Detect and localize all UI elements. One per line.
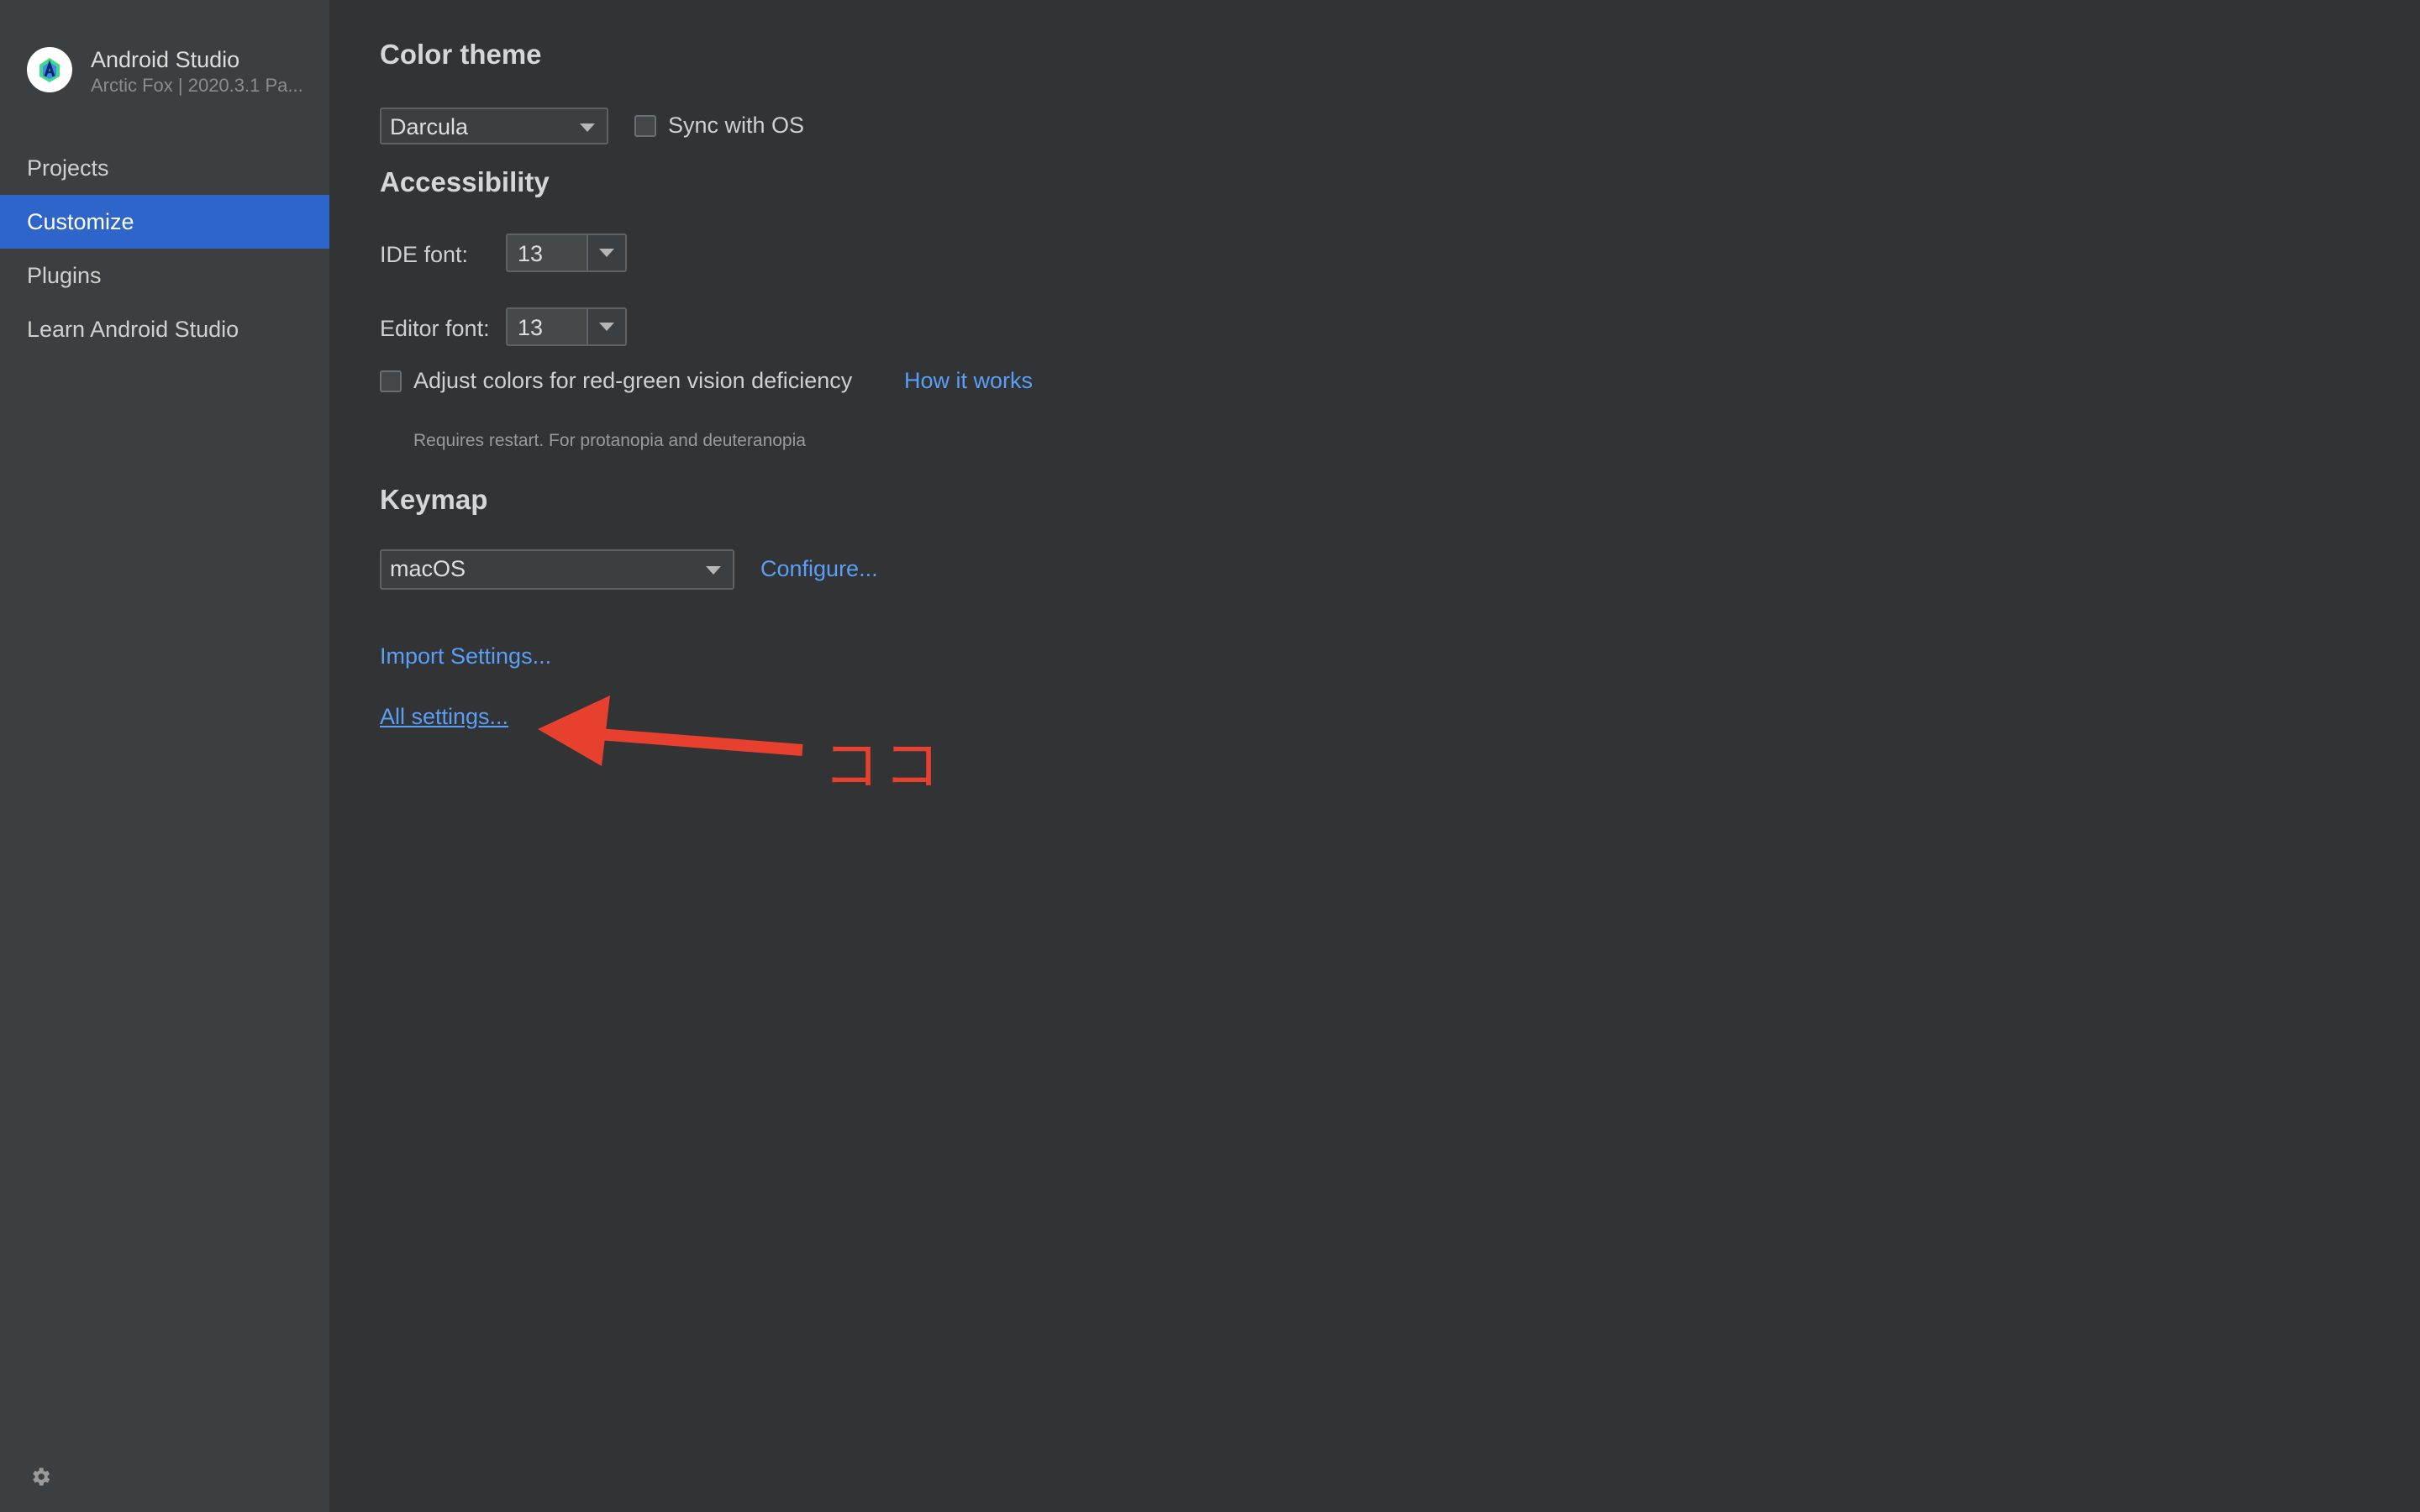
configure-keymap-link[interactable]: Configure...: [760, 556, 878, 582]
how-it-works-link[interactable]: How it works: [904, 368, 1033, 394]
import-settings-link[interactable]: Import Settings...: [380, 643, 551, 669]
color-theme-title: Color theme: [380, 39, 542, 70]
android-studio-logo-icon: [27, 47, 72, 92]
sidebar-item-plugins[interactable]: Plugins: [0, 249, 329, 302]
annotation-text: ココ: [823, 733, 944, 798]
ide-font-value: 13: [518, 241, 544, 266]
app-brand: Android Studio Arctic Fox | 2020.3.1 Pa.…: [27, 47, 321, 101]
restart-hint: Requires restart. For protanopia and deu…: [413, 431, 806, 450]
editor-font-dropdown-button[interactable]: [587, 309, 625, 344]
sync-with-os-label: Sync with OS: [668, 113, 805, 138]
gear-icon[interactable]: [29, 1465, 52, 1488]
sidebar-item-customize[interactable]: Customize: [0, 195, 329, 249]
chevron-down-icon: [580, 123, 595, 132]
chevron-down-icon: [706, 566, 721, 575]
theme-select[interactable]: Darcula: [380, 108, 608, 144]
sync-with-os-checkbox[interactable]: [634, 115, 656, 137]
sidebar-item-projects[interactable]: Projects: [0, 141, 329, 195]
accessibility-title: Accessibility: [380, 166, 550, 197]
keymap-select-value: macOS: [390, 556, 466, 581]
adjust-colors-checkbox[interactable]: [380, 370, 402, 392]
keymap-select[interactable]: macOS: [380, 549, 734, 590]
sidebar-item-learn[interactable]: Learn Android Studio: [0, 302, 329, 356]
customize-panel: Color theme Darcula Sync with OS Accessi…: [329, 0, 2420, 1512]
theme-select-value: Darcula: [390, 114, 469, 139]
editor-font-label: Editor font:: [380, 316, 490, 341]
ide-font-dropdown-button[interactable]: [587, 235, 625, 270]
chevron-down-icon: [599, 249, 614, 257]
ide-font-label: IDE font:: [380, 242, 469, 267]
editor-font-combo[interactable]: 13: [506, 307, 627, 346]
editor-font-value: 13: [518, 315, 544, 340]
adjust-colors-label: Adjust colors for red-green vision defic…: [413, 368, 853, 393]
keymap-title: Keymap: [380, 484, 488, 515]
sidebar: Android Studio Arctic Fox | 2020.3.1 Pa.…: [0, 0, 329, 1512]
app-version: Arctic Fox | 2020.3.1 Pa...: [91, 75, 303, 96]
ide-font-combo[interactable]: 13: [506, 234, 627, 272]
chevron-down-icon: [599, 323, 614, 331]
all-settings-link[interactable]: All settings...: [380, 704, 508, 730]
app-name: Android Studio: [91, 47, 240, 72]
